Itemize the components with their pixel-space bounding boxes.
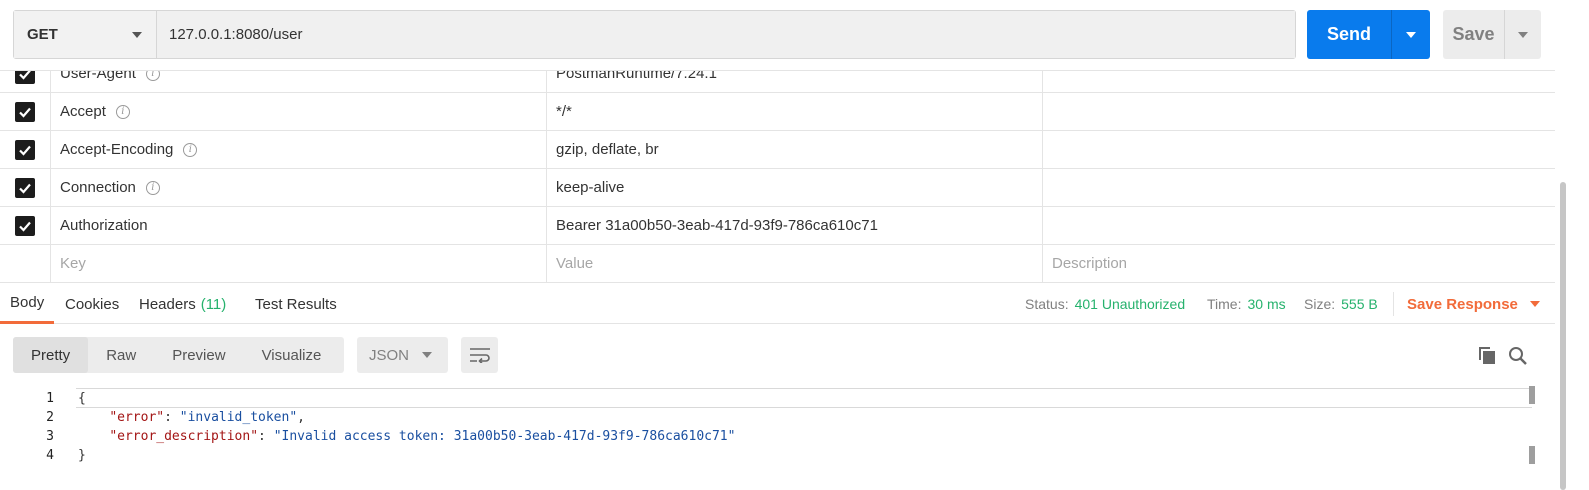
header-checkbox[interactable] [15, 101, 35, 122]
chevron-down-icon [1518, 31, 1528, 38]
header-row: Connection i keep-alive [0, 169, 1555, 207]
view-visualize[interactable]: Visualize [244, 337, 340, 373]
header-key[interactable]: Accept i [50, 93, 546, 130]
json-key: "error" [109, 409, 165, 425]
response-body-editor[interactable]: 1 { 2 "error": "invalid_token", 3 "error… [0, 384, 1555, 490]
info-icon[interactable]: i [115, 104, 130, 119]
new-header-description-input[interactable]: Description [1042, 245, 1555, 282]
save-options-button[interactable] [1504, 10, 1541, 59]
view-mode-group: Pretty Raw Preview Visualize [13, 337, 344, 373]
page-scrollbar-thumb[interactable] [1560, 182, 1566, 490]
info-icon[interactable]: i [183, 142, 198, 157]
header-row: Authorization Bearer 31a00b50-3eab-417d-… [0, 207, 1555, 245]
send-options-button[interactable] [1391, 10, 1430, 59]
headers-count-badge: (11) [200, 295, 227, 313]
header-key[interactable]: Accept-Encoding i [50, 131, 546, 168]
header-value[interactable]: keep-alive [546, 169, 1042, 206]
header-key[interactable]: User-Agent i [50, 71, 546, 92]
header-description[interactable] [1042, 169, 1555, 206]
header-description[interactable] [1042, 131, 1555, 168]
response-tabs: Body Cookies Headers (11) Test Results S… [0, 284, 1555, 324]
view-raw[interactable]: Raw [88, 337, 154, 373]
line-number: 2 [46, 409, 54, 425]
header-key[interactable]: Connection i [50, 169, 546, 206]
time-indicator[interactable]: Time: 30 ms [1207, 284, 1286, 324]
header-row: User-Agent i PostmanRuntime/7.24.1 [0, 71, 1555, 93]
wrap-lines-button[interactable] [461, 337, 498, 373]
view-preview[interactable]: Preview [154, 337, 243, 373]
code-line: 3 "error_description": "Invalid access t… [0, 426, 1555, 446]
header-row: Accept-Encoding i gzip, deflate, br [0, 131, 1555, 169]
chevron-down-icon [1406, 31, 1416, 38]
method-url-group: GET [13, 10, 1296, 59]
editor-scroll-marker [1529, 386, 1535, 404]
json-key: "error_description" [109, 428, 259, 444]
header-value[interactable]: */* [546, 93, 1042, 130]
tab-cookies[interactable]: Cookies [65, 284, 119, 324]
info-icon[interactable]: i [145, 180, 160, 195]
header-row: Accept i */* [0, 93, 1555, 131]
code-line: 4 } [0, 445, 1555, 465]
new-header-value-input[interactable]: Value [546, 245, 1042, 282]
send-button-group: Send [1307, 10, 1430, 59]
code-line: 1 { [0, 388, 1555, 408]
tab-body[interactable]: Body [0, 284, 55, 324]
chevron-down-icon [1529, 301, 1540, 307]
wrap-lines-icon [469, 348, 490, 363]
method-label: GET [27, 26, 58, 43]
size-value: 555 B [1341, 296, 1378, 312]
editor-scroll-marker [1529, 446, 1535, 464]
chevron-down-icon [422, 352, 432, 358]
header-checkbox[interactable] [15, 139, 35, 160]
view-pretty[interactable]: Pretty [13, 337, 89, 373]
new-header-key-input[interactable]: Key [50, 245, 546, 282]
line-number: 1 [46, 390, 54, 406]
header-description[interactable] [1042, 207, 1555, 244]
tab-headers[interactable]: Headers (11) [139, 284, 226, 324]
header-checkbox[interactable] [15, 71, 35, 84]
line-number: 4 [46, 447, 54, 463]
status-indicator[interactable]: Status: 401 Unauthorized [1025, 284, 1185, 324]
save-button-group: Save [1443, 10, 1541, 59]
send-button[interactable]: Send [1307, 10, 1391, 59]
json-value: "Invalid access token: 31a00b50-3eab-417… [273, 428, 736, 444]
header-description[interactable] [1042, 71, 1555, 92]
line-number: 3 [46, 428, 54, 444]
time-value: 30 ms [1247, 296, 1286, 312]
info-icon[interactable]: i [145, 71, 160, 81]
header-key[interactable]: Authorization [50, 207, 546, 244]
divider [1393, 292, 1394, 316]
header-checkbox[interactable] [15, 215, 35, 236]
chevron-down-icon [132, 31, 142, 38]
save-button[interactable]: Save [1443, 10, 1504, 59]
format-select[interactable]: JSON [357, 337, 448, 373]
status-value: 401 Unauthorized [1074, 296, 1186, 312]
headers-table: User-Agent i PostmanRuntime/7.24.1 Accept… [0, 70, 1555, 284]
copy-icon[interactable] [1476, 345, 1498, 367]
header-value[interactable]: Bearer 31a00b50-3eab-417d-93f9-786ca610c… [546, 207, 1042, 244]
url-input[interactable] [157, 11, 1295, 58]
method-select[interactable]: GET [14, 11, 157, 58]
size-indicator[interactable]: Size: 555 B [1304, 284, 1378, 324]
body-toolbar: Pretty Raw Preview Visualize JSON [0, 324, 1555, 384]
header-value[interactable]: gzip, deflate, br [546, 131, 1042, 168]
request-bar: GET Send Save [0, 0, 1589, 70]
search-icon[interactable] [1507, 345, 1529, 367]
save-response-button[interactable]: Save Response [1407, 284, 1540, 324]
json-value: "invalid_token" [179, 409, 298, 425]
tab-test-results[interactable]: Test Results [255, 284, 337, 324]
code-line: 2 "error": "invalid_token", [0, 407, 1555, 427]
header-value[interactable]: PostmanRuntime/7.24.1 [546, 71, 1042, 92]
header-description[interactable] [1042, 93, 1555, 130]
header-checkbox[interactable] [15, 177, 35, 198]
new-header-row: Key Value Description [0, 245, 1555, 283]
